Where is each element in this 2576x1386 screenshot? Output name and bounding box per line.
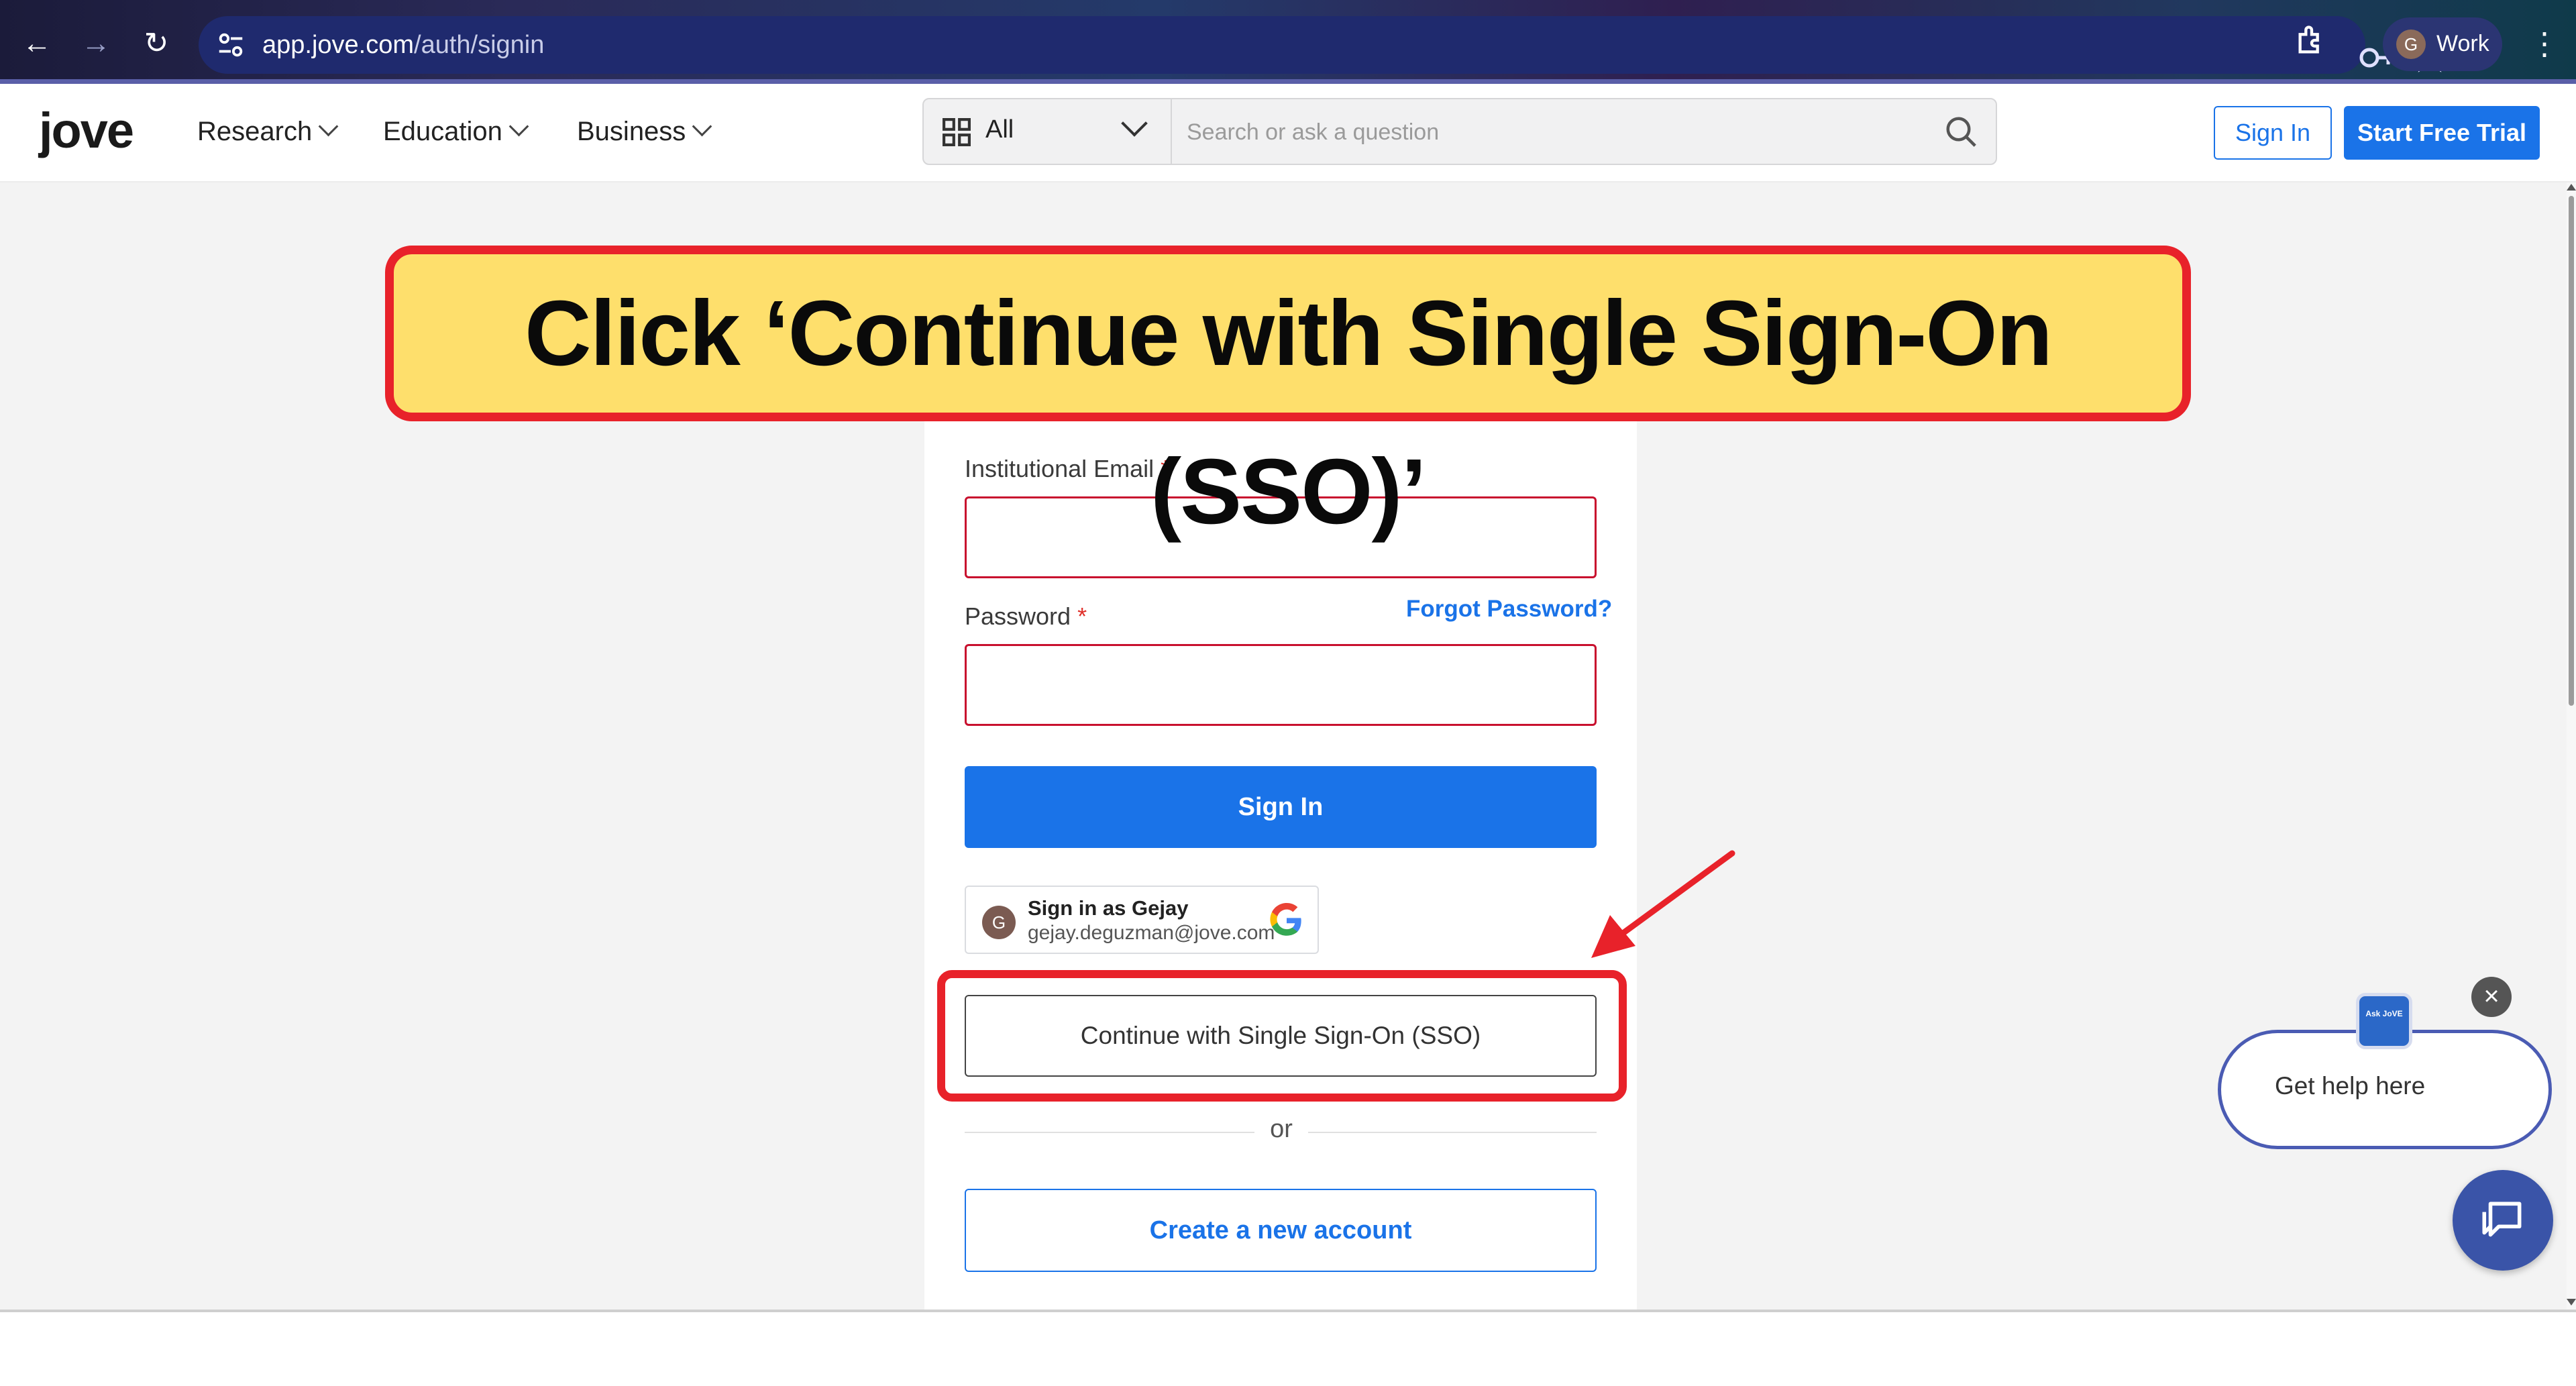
jove-logo[interactable]: jove [39,104,134,158]
site-info-icon[interactable] [215,30,246,60]
chat-button[interactable] [2453,1170,2553,1271]
avatar: G [2396,30,2426,59]
divider [965,1132,1254,1133]
google-account-name: Sign in as Gejay [1028,896,1189,920]
scrollbar[interactable] [2567,182,2576,1310]
forward-icon[interactable]: → [72,20,119,67]
url-text: app.jove.com/auth/signin [262,29,544,61]
search-scope-select[interactable]: All [924,99,1172,164]
nav-research[interactable]: Research [197,115,339,148]
create-account-button[interactable]: Create a new account [965,1189,1597,1272]
pointer-arrow-icon [1591,850,1735,958]
ask-jove-badge: Ask JoVE [2356,993,2412,1049]
email-label-text: Institutional Email [965,455,1155,482]
nav-education[interactable]: Education [383,115,529,148]
password-label-text: Password [965,602,1071,630]
page-bottom-edge [0,1310,2576,1312]
nav-label: Business [577,117,686,146]
help-text: Get help here [2275,1072,2426,1100]
chevron-down-icon [692,116,712,137]
header-signin-button[interactable]: Sign In [2214,106,2332,160]
url-host: app.jove.com [262,31,415,59]
more-menu-icon[interactable]: ⋮ [2529,20,2560,67]
search-icon[interactable] [1943,114,1980,150]
password-label: Password * [965,602,1087,631]
sso-highlight-box [937,970,1627,1102]
grid-icon [943,118,971,146]
browser-toolbar: ← → ↻ app.jove.com/auth/signin G Work ⋮ [0,0,2576,84]
google-icon [1270,903,1301,936]
scroll-down-icon[interactable] [2567,1299,2576,1305]
search-input[interactable] [1185,113,1926,152]
avatar: G [982,906,1016,939]
nav-label: Research [197,117,313,146]
instruction-banner: Click ‘Continue with Single Sign-On (SSO… [385,246,2191,543]
back-icon[interactable]: ← [13,20,60,67]
address-bar[interactable]: app.jove.com/auth/signin [199,16,2447,74]
chevron-down-icon [318,116,339,137]
close-help-button[interactable]: × [2471,977,2512,1017]
scrollbar-thumb[interactable] [2569,196,2574,706]
start-free-trial-button[interactable]: Start Free Trial [2344,106,2540,160]
email-label: Institutional Email * [965,455,1170,483]
required-mark: * [1077,602,1087,630]
scroll-up-icon[interactable] [2567,184,2576,191]
google-signin-button[interactable]: G Sign in as Gejay gejay.deguzman@jove.c… [965,886,1319,954]
nav-business[interactable]: Business [577,115,712,148]
instruction-text: Click ‘Continue with Single Sign-On (SSO… [525,282,2053,543]
extensions-icon[interactable] [2294,23,2329,58]
forgot-password-link[interactable]: Forgot Password? [1406,596,1612,623]
chevron-down-icon [508,116,529,137]
signin-button[interactable]: Sign In [965,766,1597,848]
google-account-email: gejay.deguzman@jove.com [1028,922,1275,944]
password-field[interactable] [965,644,1597,726]
nav-label: Education [383,117,502,146]
site-header: jove Research Education Business All Sig… [0,84,2576,182]
profile-button[interactable]: G Work [2383,17,2502,71]
reload-icon[interactable]: ↻ [133,20,180,67]
profile-label: Work [2436,31,2489,56]
or-separator: or [1270,1115,1293,1143]
url-path: /auth/signin [414,31,545,59]
chat-icon [2482,1202,2522,1237]
search-scope-label: All [985,115,1014,144]
search-bar: All [922,98,1997,165]
chevron-down-icon [1121,110,1148,137]
divider [1308,1132,1597,1133]
toolbar-divider [0,79,2576,84]
